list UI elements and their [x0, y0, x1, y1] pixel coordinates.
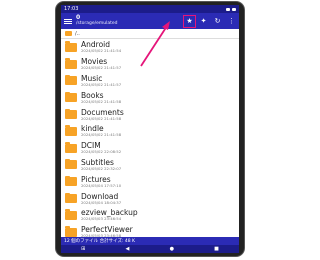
star-icon[interactable]: ★ [183, 14, 196, 28]
toolbar-actions: ★ ✦ ↻ ⋮ [183, 14, 236, 28]
list-item[interactable]: Subtitles 2024/05/02 22:32:07 [65, 157, 235, 174]
folder-date: 2024/05/04 18:04:37 [81, 199, 122, 205]
folder-date: 2024/05/02 22:32:07 [81, 165, 122, 171]
list-item[interactable]: Movies 2024/05/02 21:41:57 [65, 56, 235, 73]
list-item[interactable]: Download 2024/05/04 18:04:37 [65, 190, 235, 207]
hamburger-menu-icon[interactable] [64, 18, 72, 24]
title-block: 0 /storage/emulated [76, 15, 185, 27]
tablet-frame: 17:03 0 /storage/emulated ★ ✦ ↻ ⋮ /.. An… [56, 2, 244, 256]
status-bar: 17:03 [61, 5, 239, 13]
folder-date: 2024/05/04 17:57:10 [81, 182, 122, 188]
folder-date: 2024/05/03 23:46:54 [81, 216, 122, 222]
status-time: 17:03 [64, 6, 79, 12]
screen: 17:03 0 /storage/emulated ★ ✦ ↻ ⋮ /.. An… [61, 5, 239, 253]
list-item[interactable]: Books 2024/05/02 21:41:58 [65, 89, 235, 106]
overview-icon[interactable]: ■ [214, 246, 219, 252]
pin-icon[interactable]: ✦ [199, 17, 208, 26]
folder-date: 2024/05/02 22:08:52 [81, 149, 122, 155]
refresh-icon[interactable]: ↻ [213, 17, 222, 26]
folder-icon [65, 209, 77, 220]
folder-date: 2024/05/02 21:41:58 [81, 115, 122, 121]
home-icon[interactable]: ● [170, 246, 174, 252]
folder-date: 2024/05/02 21:41:58 [81, 132, 122, 138]
list-item[interactable]: ezview_backup 2024/05/03 23:46:54 [65, 207, 235, 224]
battery-icon [232, 7, 236, 11]
current-path: /storage/emulated [76, 20, 118, 26]
file-list: Android 2024/05/02 21:41:54 Movies 2024/05… [61, 39, 239, 241]
folder-icon [65, 108, 77, 120]
list-item[interactable]: DCIM 2024/05/02 22:08:52 [65, 140, 235, 157]
folder-icon [65, 58, 77, 69]
folder-icon [65, 142, 77, 153]
wifi-icon [226, 7, 230, 11]
status-footer: 12 個のファイル 合計サイズ: 48 K [61, 237, 239, 245]
folder-icon [65, 192, 77, 204]
folder-date: 2024/05/02 21:41:57 [81, 65, 122, 71]
folder-icon [65, 41, 77, 52]
list-item[interactable]: kindle 2024/05/02 21:41:58 [65, 123, 235, 140]
folder-date: 2024/05/02 21:41:57 [81, 81, 122, 87]
recents-icon[interactable]: ⊞ [81, 246, 85, 252]
list-item[interactable]: Android 2024/05/02 21:41:54 [65, 39, 235, 56]
android-nav-bar: ⊞ ◀ ● ■ [61, 245, 239, 253]
folder-icon [65, 175, 77, 187]
folder-icon [65, 226, 77, 237]
parent-folder-row[interactable]: /.. [61, 29, 239, 39]
folder-icon [65, 74, 77, 86]
folder-icon [65, 158, 77, 170]
list-item[interactable]: Music 2024/05/02 21:41:57 [65, 73, 235, 90]
folder-icon [65, 125, 77, 136]
list-item[interactable]: Documents 2024/05/02 21:41:58 [65, 106, 235, 123]
more-icon[interactable]: ⋮ [227, 17, 236, 26]
folder-date: 2024/05/02 21:41:54 [81, 48, 122, 54]
status-icons [226, 7, 236, 11]
back-icon[interactable]: ◀ [126, 246, 130, 252]
list-item[interactable]: Pictures 2024/05/04 17:57:10 [65, 173, 235, 190]
folder-icon [65, 91, 77, 103]
parent-folder-label: /.. [75, 30, 80, 37]
folder-up-icon [65, 31, 72, 36]
folder-date: 2024/05/02 21:41:58 [81, 98, 122, 104]
file-summary: 12 個のファイル 合計サイズ: 48 K [64, 239, 136, 244]
app-toolbar: 0 /storage/emulated ★ ✦ ↻ ⋮ [61, 13, 239, 29]
